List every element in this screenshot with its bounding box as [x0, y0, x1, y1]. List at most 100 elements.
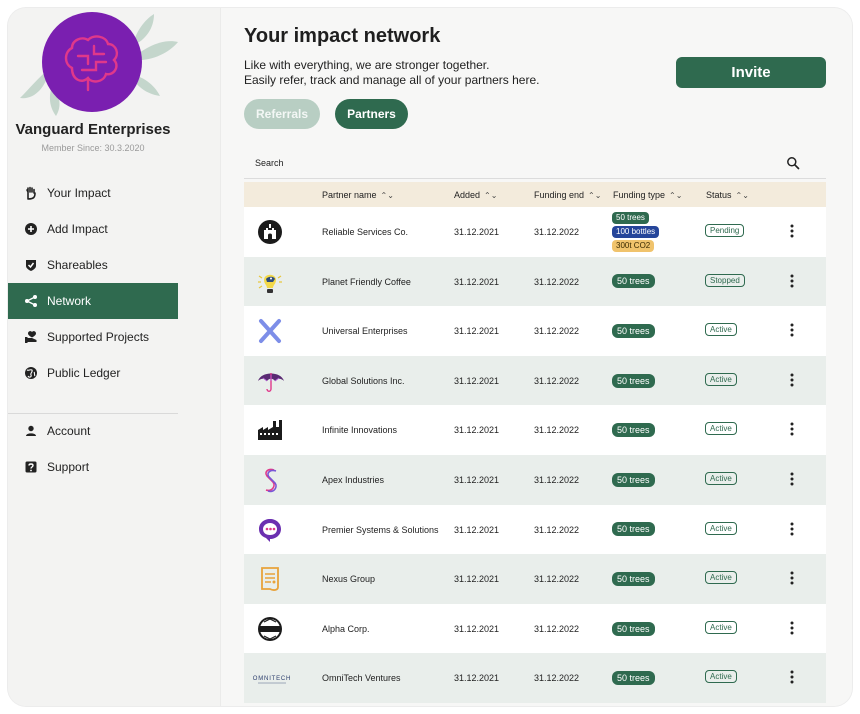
search-bar[interactable]: Search: [244, 153, 826, 179]
brain-leaves-logo-icon: [20, 12, 178, 116]
funding-types: 50 trees: [612, 505, 655, 555]
user-icon: [24, 424, 38, 438]
partner-name: Infinite Innovations: [322, 425, 398, 436]
more-options-icon[interactable]: [785, 273, 799, 289]
hand-icon: [24, 186, 38, 200]
status-badge: Stopped: [705, 273, 745, 287]
sidebar: Vanguard Enterprises Member Since: 30.3.…: [8, 8, 220, 706]
x-logo-icon: [259, 319, 281, 344]
table-row[interactable]: Premier Systems & Solutions 31.12.2021 3…: [244, 504, 826, 555]
nav-label: Add Impact: [47, 222, 108, 236]
bird-bulb-logo-icon: [258, 274, 282, 293]
nav-item-network[interactable]: Network: [8, 283, 178, 319]
added-date: 31.12.2021: [454, 574, 500, 585]
search-icon[interactable]: [786, 156, 800, 170]
funding-types: 50 trees: [612, 356, 655, 406]
added-date: 31.12.2021: [454, 227, 500, 237]
table-header: Partner name ⌃⌄ Added ⌃⌄ Funding end ⌃⌄ Fun…: [244, 182, 826, 207]
more-options-icon[interactable]: [785, 372, 799, 388]
partner-name: Reliable Services Co.: [322, 227, 409, 237]
added-date: 31.12.2021: [454, 623, 500, 634]
nav-label: Account: [47, 424, 91, 438]
funding-types: 50 trees: [612, 455, 655, 505]
page-subtitle: Like with everything, we are stronger to…: [244, 58, 539, 88]
table-row[interactable]: Alpha Corp. 31.12.2021 31.12.2022 50 tre…: [244, 603, 826, 654]
more-options-icon[interactable]: [785, 570, 799, 586]
chat-logo-icon: [259, 518, 281, 542]
table-row[interactable]: Infinite Innovations 31.12.2021 31.12.20…: [244, 405, 826, 455]
sort-icon: ⌃⌄: [735, 190, 749, 200]
funding-tag-trees: 50 trees: [612, 373, 655, 388]
table-row[interactable]: OMNITECH OmniTech Ventures 31.12.2021 31…: [244, 653, 826, 703]
sort-icon: ⌃⌄: [669, 190, 683, 200]
column-header-status[interactable]: Status ⌃⌄: [706, 190, 749, 200]
table-row[interactable]: Nexus Group 31.12.2021 31.12.2022 50 tre…: [244, 554, 826, 604]
funding-end-date: 31.12.2022: [534, 474, 580, 485]
nav-item-public-ledger[interactable]: Public Ledger: [8, 355, 178, 391]
added-date: 31.12.2021: [454, 673, 500, 684]
omnitech-wordmark-icon: OMNITECH: [253, 676, 290, 684]
status-badge: Active: [705, 372, 737, 386]
status-badge: Active: [705, 620, 737, 634]
nav-item-supported-projects[interactable]: Supported Projects: [8, 319, 178, 355]
tab-referrals[interactable]: Referrals: [244, 99, 320, 129]
nav-item-support[interactable]: Support: [8, 449, 178, 485]
funding-end-date: 31.12.2022: [534, 673, 580, 684]
funding-tag-trees: 50 trees: [612, 621, 655, 636]
funding-end-date: 31.12.2022: [534, 276, 580, 287]
column-header-funding-end[interactable]: Funding end ⌃⌄: [534, 190, 601, 200]
column-header-partner-name[interactable]: Partner name ⌃⌄: [322, 190, 394, 200]
partners-table: Partner name ⌃⌄ Added ⌃⌄ Funding end ⌃⌄ Fun…: [244, 182, 826, 703]
column-header-added[interactable]: Added ⌃⌄: [454, 190, 497, 200]
more-options-icon[interactable]: [785, 521, 799, 537]
umbrella-logo-icon: [258, 372, 284, 392]
funding-tag-trees: 50 trees: [612, 274, 655, 289]
added-date: 31.12.2021: [454, 425, 500, 436]
nav-item-your-impact[interactable]: Your Impact: [8, 175, 178, 211]
funding-tag-trees: 50 trees: [612, 472, 655, 487]
funding-types: 50 trees 100 bottles 300t CO2: [612, 207, 660, 257]
shield-check-icon: [24, 258, 38, 272]
more-options-icon[interactable]: [785, 471, 799, 487]
main-content: Your impact network Like with everything…: [220, 8, 852, 706]
added-date: 31.12.2021: [454, 276, 500, 287]
invite-button[interactable]: Invite: [676, 57, 826, 88]
funding-end-date: 31.12.2022: [534, 574, 580, 585]
more-options-icon[interactable]: [785, 669, 799, 685]
status-badge: Pending: [705, 224, 745, 237]
nav-item-account[interactable]: Account: [8, 413, 178, 449]
added-date: 31.12.2021: [454, 524, 500, 535]
nav-item-add-impact[interactable]: Add Impact: [8, 211, 178, 247]
table-row[interactable]: Reliable Services Co. 31.12.2021 31.12.2…: [244, 207, 826, 257]
table-row[interactable]: Universal Enterprises 31.12.2021 31.12.2…: [244, 306, 826, 356]
table-row[interactable]: Planet Friendly Coffee 31.12.2021 31.12.…: [244, 256, 826, 307]
funding-end-date: 31.12.2022: [534, 425, 580, 436]
partner-name: Premier Systems & Solutions: [322, 524, 439, 535]
more-options-icon[interactable]: [785, 421, 799, 437]
more-options-icon[interactable]: [785, 223, 799, 239]
funding-tag-trees: 50 trees: [612, 211, 649, 224]
partner-name: Universal Enterprises: [322, 326, 408, 337]
status-badge: Active: [705, 571, 737, 585]
funding-types: 50 trees: [612, 604, 655, 654]
tab-partners[interactable]: Partners: [335, 99, 408, 129]
more-options-icon[interactable]: [785, 322, 799, 338]
funding-types: 50 trees: [612, 306, 655, 356]
nav-label: Shareables: [47, 258, 108, 272]
page-title: Your impact network: [244, 25, 441, 47]
more-options-icon[interactable]: [785, 620, 799, 636]
company-name: Vanguard Enterprises: [15, 121, 171, 138]
nav-item-shareables[interactable]: Shareables: [8, 247, 178, 283]
partner-name: Global Solutions Inc.: [322, 375, 405, 386]
funding-tag-trees: 50 trees: [612, 571, 655, 586]
column-header-funding-type[interactable]: Funding type ⌃⌄: [613, 190, 682, 200]
subtitle-line-1: Like with everything, we are stronger to…: [244, 58, 490, 72]
funding-tag-bottles: 100 bottles: [612, 225, 660, 238]
nav-label: Your Impact: [47, 186, 111, 200]
table-row[interactable]: Global Solutions Inc. 31.12.2021 31.12.2…: [244, 355, 826, 406]
funding-tag-trees: 50 trees: [612, 671, 655, 686]
status-badge: Active: [705, 471, 737, 485]
secondary-nav: Account Support: [8, 413, 178, 485]
status-badge: Active: [705, 422, 737, 436]
table-row[interactable]: Apex Industries 31.12.2021 31.12.2022 50…: [244, 454, 826, 505]
